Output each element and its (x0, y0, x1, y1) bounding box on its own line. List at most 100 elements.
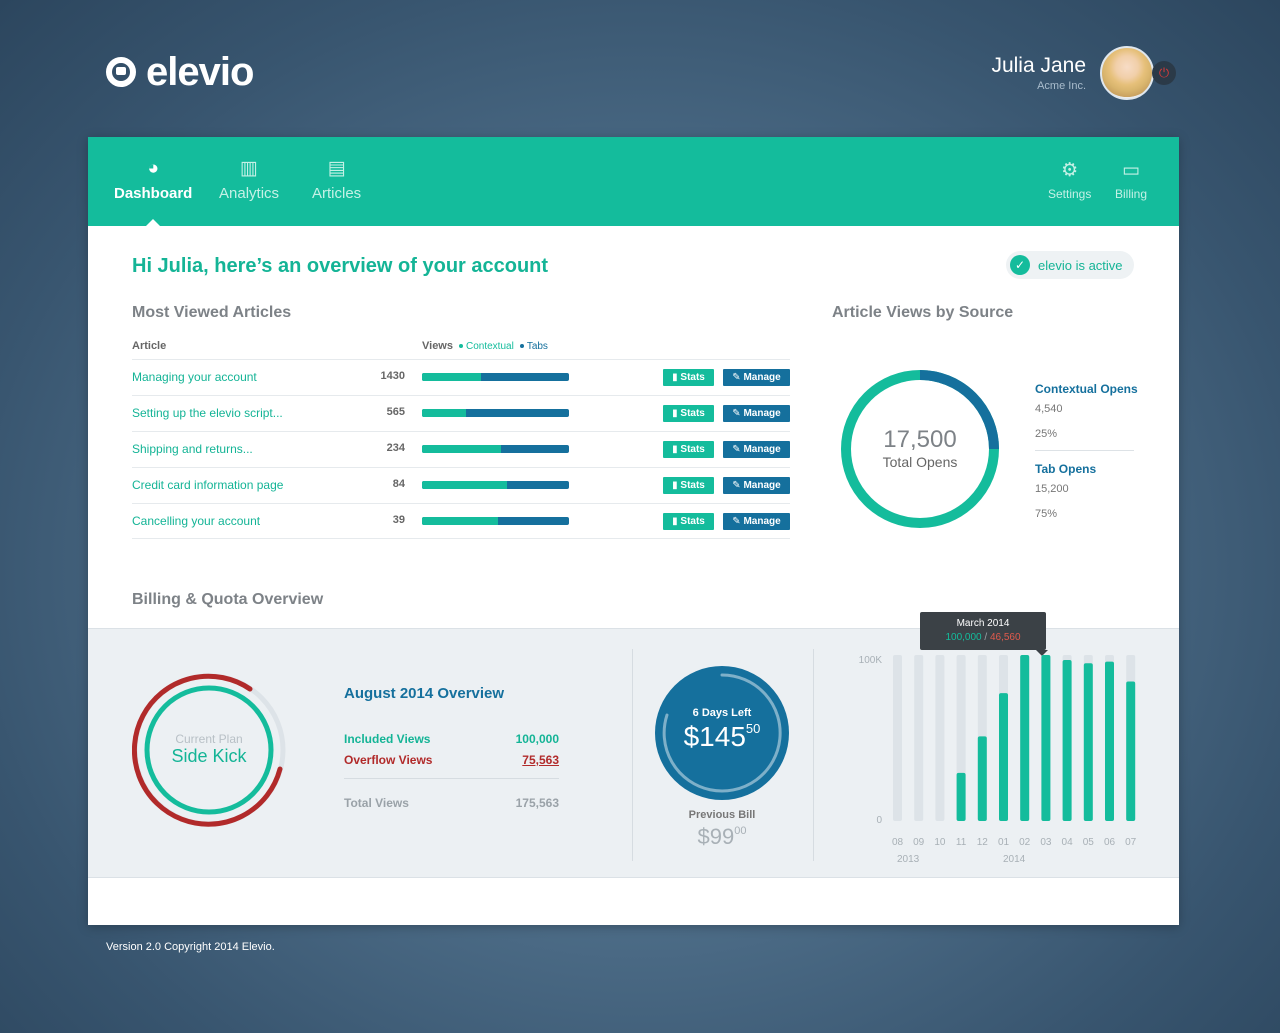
contextual-fill (422, 517, 499, 525)
dashboard-icon: ◕ (147, 158, 159, 179)
tab-analytics[interactable]: ▥ Analytics (219, 157, 279, 202)
column-article: Article (132, 340, 167, 352)
x-tick-label: 07 (1125, 837, 1137, 848)
chart-tooltip: March 2014 100,000 / 46,560 (920, 612, 1048, 656)
pencil-icon: ✎ (732, 444, 744, 455)
tabs-legend-dot (519, 343, 524, 348)
most-viewed-title: Most Viewed Articles (132, 304, 292, 321)
previous-bill-label: Previous Bill (688, 809, 756, 821)
x-tick-label: 02 (1019, 837, 1031, 848)
article-views: 1430 (380, 370, 405, 382)
pencil-icon: ✎ (732, 408, 744, 419)
x-tick-label: 10 (934, 837, 946, 848)
stats-button[interactable]: ▮ Stats (663, 369, 714, 386)
bar (956, 772, 966, 821)
manage-button[interactable]: ✎ Manage (723, 369, 790, 386)
brand-name: elevio (146, 50, 254, 94)
overview-title: August 2014 Overview (344, 685, 505, 702)
elevio-logo[interactable]: elevio (106, 50, 254, 94)
table-row: Credit card information page 84 ▮ Stats ✎ M… (132, 467, 790, 503)
bar (1105, 661, 1114, 821)
billing-panel: Current Plan Side Kick August 2014 Overv… (88, 612, 1179, 878)
stats-button[interactable]: ▮ Stats (663, 405, 714, 422)
divider (632, 649, 633, 861)
main-nav: ◕ Dashboard ▥ Analytics ▤ Articles ⚙ Set… (88, 137, 1179, 227)
legend-tabs: Tabs (526, 341, 548, 352)
contextual-fill (422, 373, 481, 381)
bar (1020, 655, 1030, 821)
pencil-icon: ✎ (732, 372, 744, 383)
sources-title: Article Views by Source (832, 304, 1014, 321)
article-views: 565 (386, 406, 405, 418)
power-icon[interactable]: ⏻ (1152, 61, 1176, 85)
plan-label: Current Plan (175, 732, 243, 746)
user-menu[interactable]: Julia Jane Acme Inc. ⏻ (991, 46, 1176, 100)
previous-bill-amount: $9900 (697, 824, 747, 849)
year-label: 2014 (1003, 854, 1026, 865)
x-tick-label: 03 (1040, 837, 1052, 848)
document-icon: ▤ (327, 158, 346, 179)
article-link[interactable]: Credit card information page (132, 478, 283, 492)
avatar[interactable] (1100, 46, 1154, 100)
bar-track (935, 655, 945, 821)
tab-articles[interactable]: ▤ Articles (312, 157, 361, 202)
check-icon: ✓ (1010, 255, 1030, 275)
total-opens-value: 17,500 (883, 426, 957, 453)
active-tab-caret (145, 219, 161, 227)
article-link[interactable]: Shipping and returns... (132, 442, 253, 456)
chat-bubble-icon (106, 57, 136, 87)
overflow-link[interactable]: 75,563 (522, 753, 559, 767)
credit-card-icon: ▭ (1122, 160, 1140, 181)
pencil-icon: ✎ (732, 480, 744, 491)
bar (977, 736, 987, 821)
table-row: Shipping and returns... 234 ▮ Stats ✎ Manag… (132, 431, 790, 467)
views-bar (422, 445, 569, 453)
bar (1041, 655, 1051, 821)
contextual-opens: Contextual Opens 4,540 25% (1035, 382, 1138, 440)
dashboard-card: ◕ Dashboard ▥ Analytics ▤ Articles ⚙ Set… (88, 137, 1179, 925)
nav-billing[interactable]: ▭ Billing (1115, 159, 1147, 201)
table-row: Cancelling your account 39 ▮ Stats ✎ Manage (132, 503, 790, 539)
user-company: Acme Inc. (1037, 80, 1086, 92)
user-name: Julia Jane (991, 54, 1086, 77)
page-title: Hi Julia, here’s an overview of your acc… (132, 255, 549, 277)
x-tick-label: 05 (1083, 837, 1095, 848)
gear-icon: ⚙ (1061, 160, 1079, 181)
included-views: Included Views 100,000 (344, 732, 559, 746)
stats-button[interactable]: ▮ Stats (663, 513, 714, 530)
table-row: Setting up the elevio script... 565 ▮ Stat… (132, 395, 790, 431)
article-link[interactable]: Managing your account (132, 370, 257, 384)
manage-button[interactable]: ✎ Manage (723, 513, 790, 530)
total-opens-label: Total Opens (882, 454, 958, 470)
y-tick-label: 0 (876, 815, 882, 826)
year-label: 2013 (897, 854, 920, 865)
stats-button[interactable]: ▮ Stats (663, 441, 714, 458)
x-tick-label: 11 (956, 837, 967, 848)
contextual-legend-dot (459, 343, 463, 348)
current-bill-amount: $14550 (683, 721, 761, 752)
status-badge: ✓ elevio is active (1006, 251, 1134, 279)
article-views: 234 (386, 442, 405, 454)
plan-name: Side Kick (171, 746, 247, 766)
manage-button[interactable]: ✎ Manage (723, 405, 790, 422)
views-bar (422, 373, 569, 381)
views-bar (422, 517, 569, 525)
nav-settings[interactable]: ⚙ Settings (1048, 159, 1091, 201)
bar (1062, 659, 1072, 821)
x-tick-label: 01 (998, 837, 1010, 848)
tab-opens: Tab Opens 15,200 75% (1035, 462, 1097, 520)
days-left: 6 Days Left (692, 707, 752, 719)
legend-contextual: Contextual (466, 341, 514, 352)
manage-button[interactable]: ✎ Manage (723, 477, 790, 494)
footer-copyright: Version 2.0 Copyright 2014 Elevio. (106, 941, 275, 953)
article-link[interactable]: Setting up the elevio script... (132, 406, 283, 420)
usage-bar-chart: 100K 0 08 09 10 11 12 01 02 03 04 05 06 07 2013 2014 (859, 655, 1137, 865)
table-row: Managing your account 1430 ▮ Stats ✎ Manage (132, 359, 790, 395)
manage-button[interactable]: ✎ Manage (723, 441, 790, 458)
article-link[interactable]: Cancelling your account (132, 514, 260, 528)
contextual-fill (422, 481, 508, 489)
x-tick-label: 06 (1104, 837, 1116, 848)
tab-dashboard[interactable]: ◕ Dashboard (114, 157, 192, 202)
stats-button[interactable]: ▮ Stats (663, 477, 714, 494)
divider (1035, 450, 1134, 451)
